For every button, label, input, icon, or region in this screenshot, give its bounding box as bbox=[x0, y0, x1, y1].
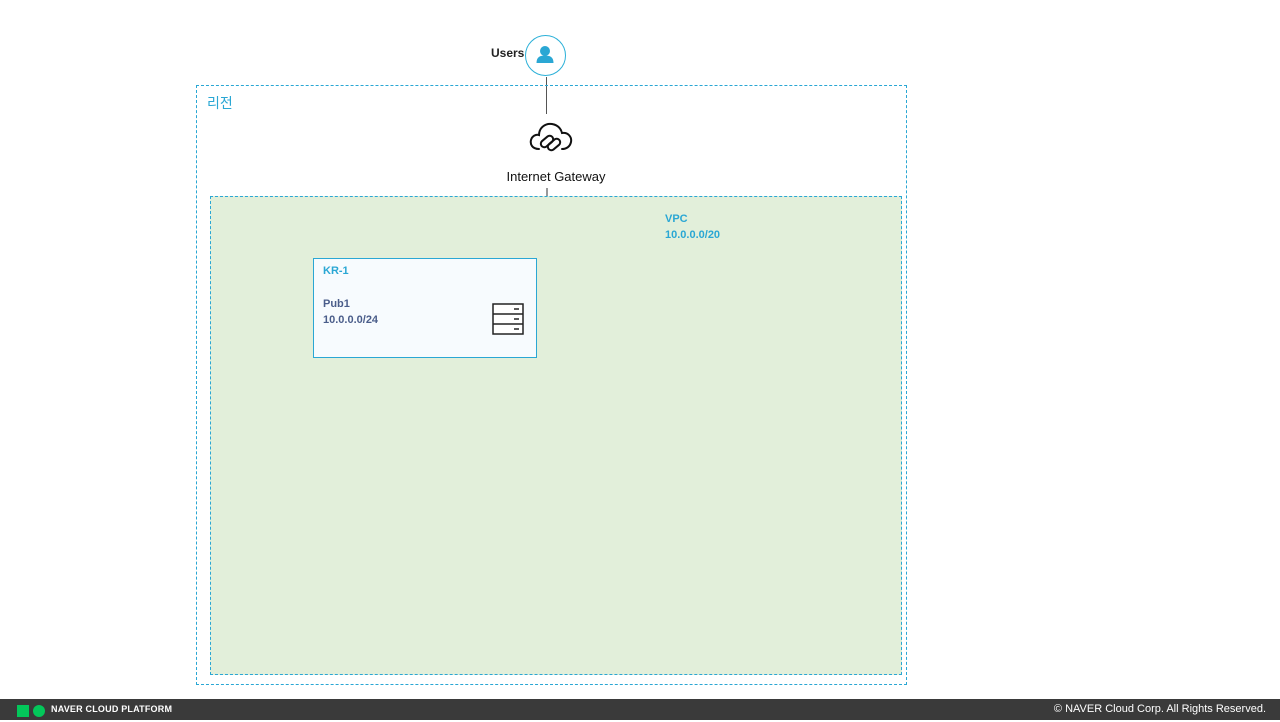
users-label: Users bbox=[491, 46, 525, 60]
server-icon bbox=[492, 303, 524, 335]
zone-label: KR-1 bbox=[323, 265, 349, 277]
naver-cloud-logo-icon bbox=[17, 704, 47, 717]
vpc-cidr: 10.0.0.0/20 bbox=[665, 229, 721, 241]
gateway-label: Internet Gateway bbox=[506, 169, 606, 184]
user-icon bbox=[525, 35, 566, 76]
subnet-name: Pub1 bbox=[323, 298, 350, 310]
region-label: 리전 bbox=[207, 95, 233, 111]
copyright-text: © NAVER Cloud Corp. All Rights Reserved. bbox=[1053, 703, 1266, 715]
subnet-cidr: 10.0.0.0/24 bbox=[323, 314, 379, 326]
brand-name: NAVER CLOUD PLATFORM bbox=[51, 704, 173, 714]
vpc-name: VPC bbox=[665, 213, 688, 225]
cloud-link-icon bbox=[527, 118, 575, 158]
